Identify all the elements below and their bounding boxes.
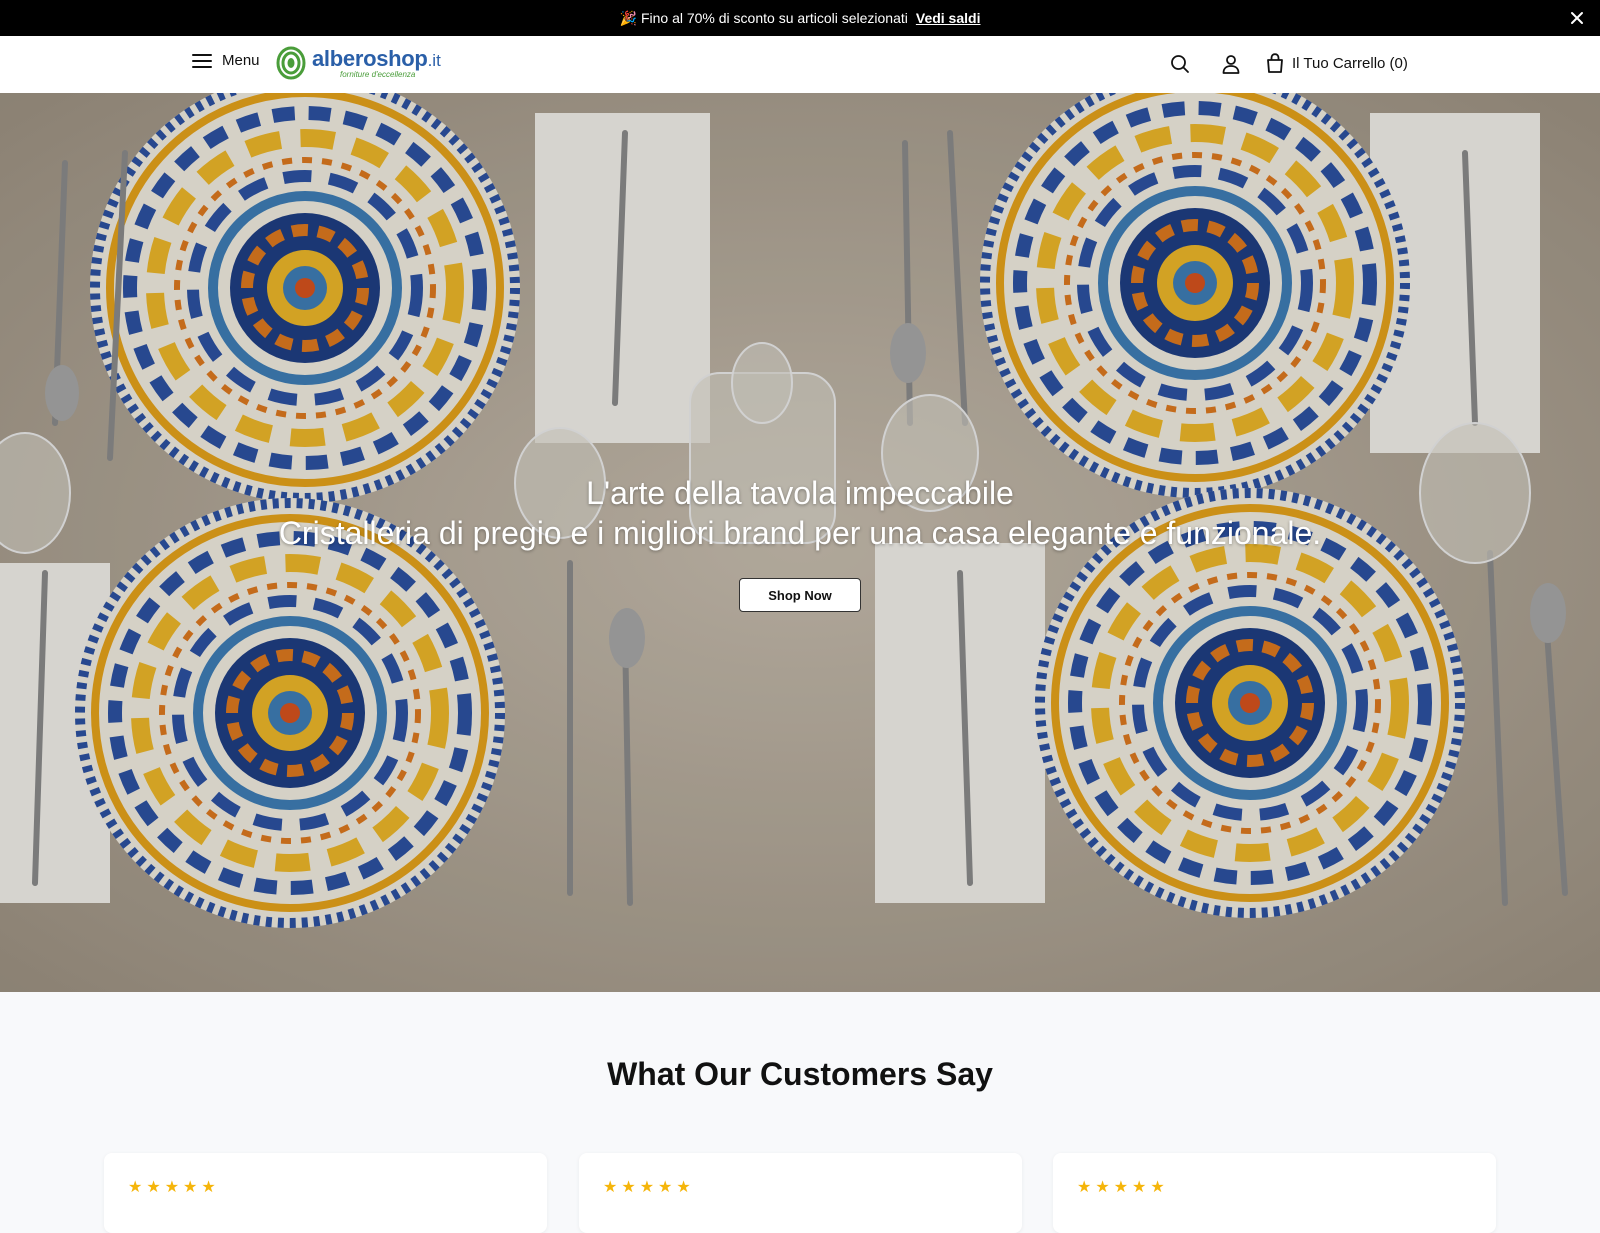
menu-label: Menu (222, 52, 260, 69)
cart-button[interactable]: Il Tuo Carrello (0) (1266, 53, 1408, 73)
logo-mark-icon (276, 46, 306, 80)
hamburger-icon (192, 53, 212, 68)
review-card: ★★★★★ (1053, 1153, 1496, 1233)
site-header: Menu alberoshop.it forniture d'eccellenz… (0, 36, 1600, 94)
star-rating: ★★★★★ (603, 1179, 695, 1196)
hero-banner: L'arte della tavola impeccabile Cristall… (0, 93, 1600, 992)
user-icon[interactable] (1220, 53, 1242, 75)
star-rating: ★★★★★ (128, 1179, 220, 1196)
shop-now-button[interactable]: Shop Now (739, 578, 861, 612)
close-icon[interactable] (1568, 9, 1586, 27)
review-card: ★★★★★ (579, 1153, 1022, 1233)
logo[interactable]: alberoshop.it forniture d'eccellenza (276, 46, 441, 80)
search-icon[interactable] (1169, 53, 1191, 75)
sale-link[interactable]: Vedi saldi (916, 10, 981, 26)
logo-tagline: forniture d'eccellenza (340, 69, 416, 79)
bag-icon (1267, 53, 1283, 73)
star-rating: ★★★★★ (1077, 1179, 1169, 1196)
logo-brand: alberoshop (312, 45, 428, 71)
hero-text: L'arte della tavola impeccabile Cristall… (0, 473, 1600, 553)
cart-label: Il Tuo Carrello (0) (1292, 54, 1408, 72)
announcement-bar: 🎉 Fino al 70% di sconto su articoli sele… (0, 0, 1600, 36)
party-popper-icon: 🎉 (619, 9, 637, 26)
review-card: ★★★★★ (104, 1153, 547, 1233)
logo-tld: .it (427, 50, 441, 70)
hero-title: L'arte della tavola impeccabile (586, 475, 1014, 511)
logo-wordmark: alberoshop.it forniture d'eccellenza (312, 45, 441, 79)
hero-subtitle: Cristalleria di pregio e i migliori bran… (278, 515, 1322, 551)
menu-button[interactable]: Menu (192, 52, 260, 69)
reviews-heading: What Our Customers Say (607, 1056, 993, 1092)
announcement-text: Fino al 70% di sconto su articoli selezi… (640, 10, 908, 26)
